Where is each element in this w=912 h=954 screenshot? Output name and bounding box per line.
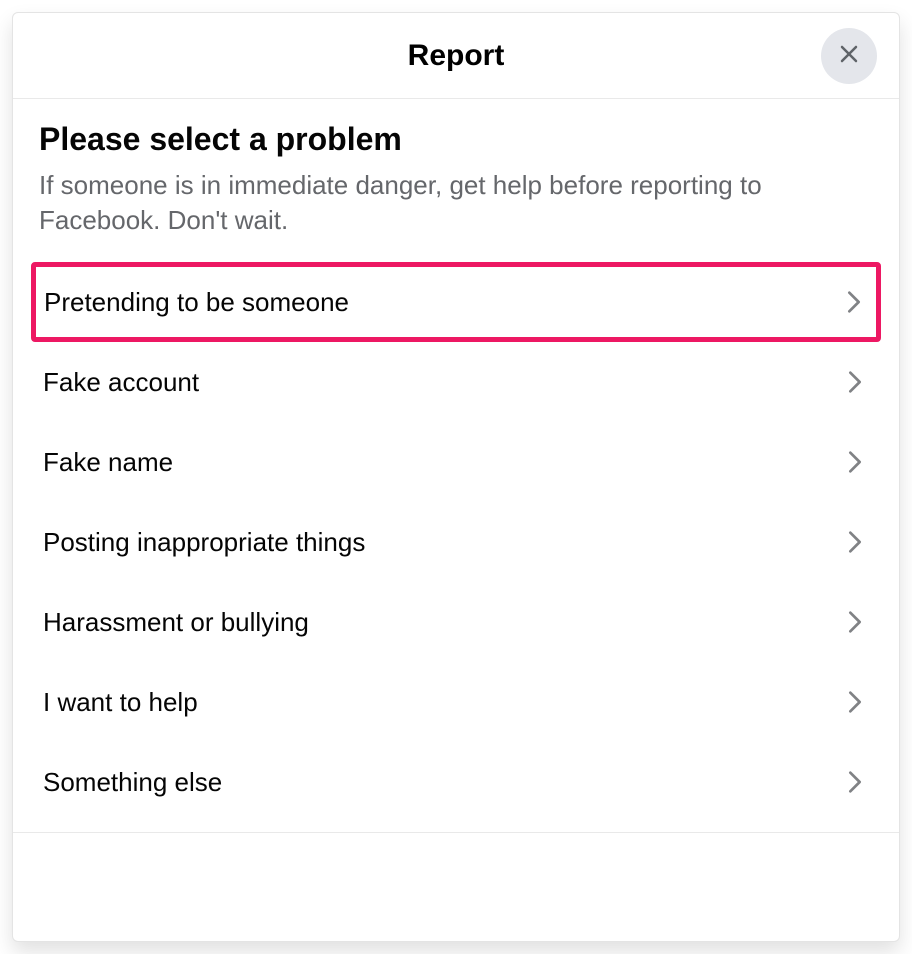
option-harassment[interactable]: Harassment or bullying: [31, 582, 881, 662]
subheader: Please select a problem If someone is in…: [13, 99, 899, 262]
option-inappropriate[interactable]: Posting inappropriate things: [31, 502, 881, 582]
subheader-title: Please select a problem: [39, 121, 873, 158]
option-label: Harassment or bullying: [43, 607, 309, 638]
close-icon: [837, 42, 861, 69]
option-label: I want to help: [43, 687, 198, 718]
close-button[interactable]: [821, 28, 877, 84]
chevron-right-icon: [840, 288, 868, 316]
subheader-description: If someone is in immediate danger, get h…: [39, 168, 873, 238]
chevron-right-icon: [841, 688, 869, 716]
option-fake-account[interactable]: Fake account: [31, 342, 881, 422]
dialog-title: Report: [408, 39, 505, 73]
option-label: Fake name: [43, 447, 173, 478]
chevron-right-icon: [841, 448, 869, 476]
option-fake-name[interactable]: Fake name: [31, 422, 881, 502]
report-dialog: Report Please select a problem If someon…: [12, 12, 900, 942]
chevron-right-icon: [841, 368, 869, 396]
chevron-right-icon: [841, 608, 869, 636]
option-label: Posting inappropriate things: [43, 527, 365, 558]
chevron-right-icon: [841, 528, 869, 556]
option-something-else[interactable]: Something else: [31, 742, 881, 822]
option-pretending[interactable]: Pretending to be someone: [31, 262, 881, 342]
bottom-divider: [13, 832, 899, 833]
option-label: Pretending to be someone: [44, 287, 349, 318]
option-label: Something else: [43, 767, 222, 798]
option-label: Fake account: [43, 367, 199, 398]
options-list: Pretending to be someone Fake account Fa…: [13, 262, 899, 822]
option-help[interactable]: I want to help: [31, 662, 881, 742]
dialog-header: Report: [13, 13, 899, 99]
chevron-right-icon: [841, 768, 869, 796]
